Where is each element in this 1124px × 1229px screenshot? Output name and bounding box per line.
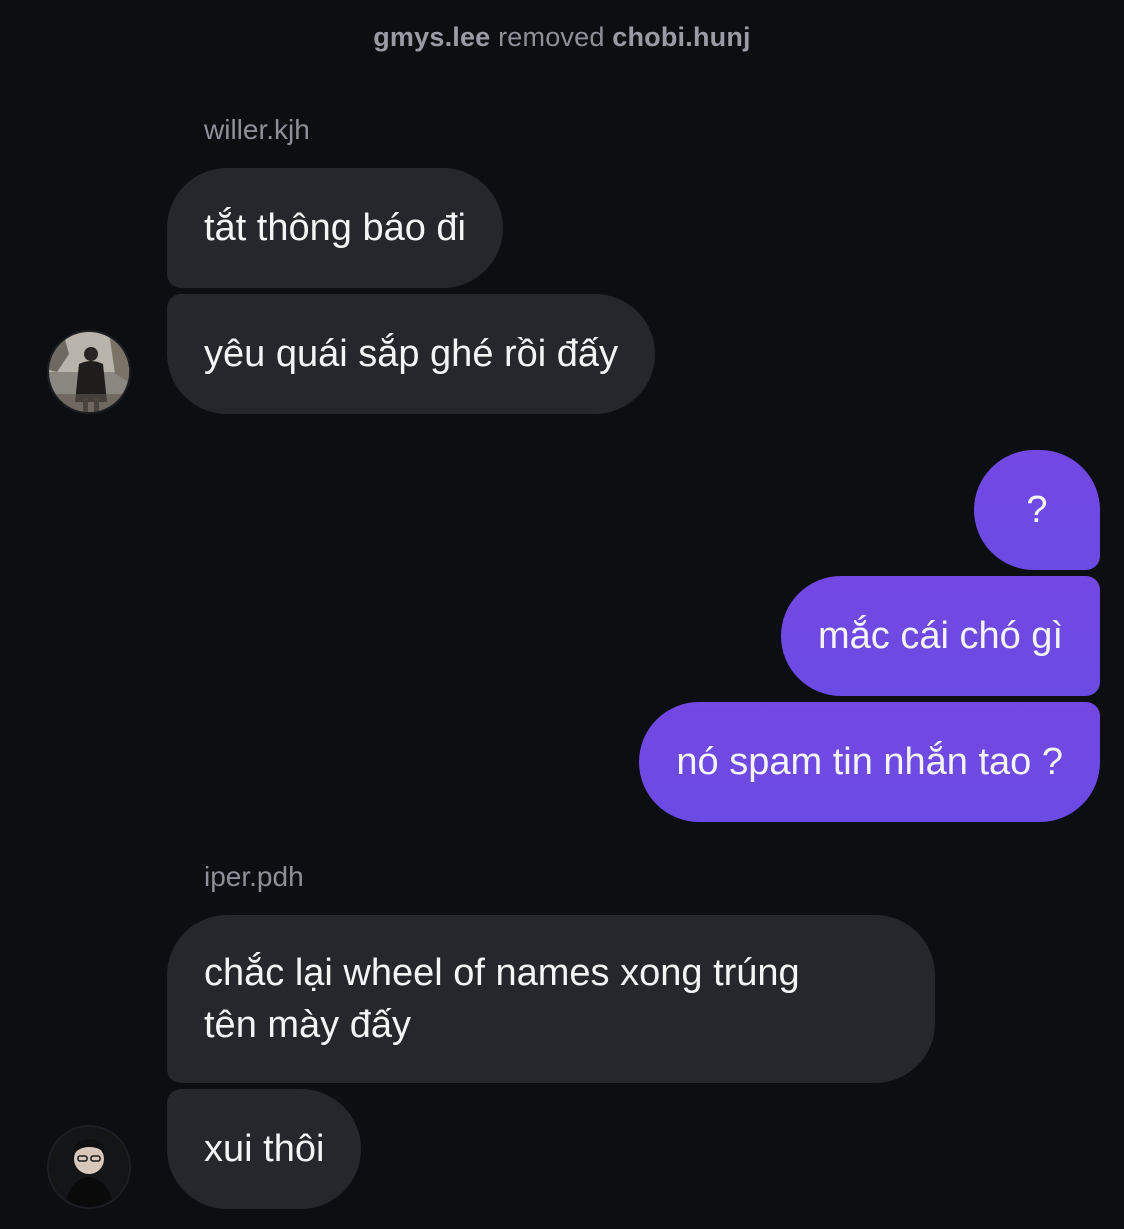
user-photo-avatar-icon — [49, 332, 129, 412]
user-photo-avatar-icon — [49, 1127, 129, 1207]
message-bubble-outgoing[interactable]: nó spam tin nhắn tao ? — [639, 702, 1100, 822]
message-bubble-incoming[interactable]: tắt thông báo đi — [167, 168, 503, 288]
message-text: mắc cái chó gì — [818, 615, 1063, 657]
message-text: yêu quái sắp ghé rồi đấy — [204, 333, 619, 375]
avatar-willer[interactable] — [47, 330, 131, 414]
sender-name-iper[interactable]: iper.pdh — [204, 861, 304, 893]
message-text: tắt thông báo đi — [204, 207, 466, 249]
system-actor[interactable]: gmys.lee — [373, 22, 490, 52]
avatar-iper[interactable] — [47, 1125, 131, 1209]
message-text: nó spam tin nhắn tao ? — [676, 741, 1063, 783]
sender-name-willer[interactable]: willer.kjh — [204, 114, 310, 146]
message-text-line: tên mày đấy — [204, 1004, 411, 1046]
message-bubble-outgoing[interactable]: ? — [974, 450, 1100, 570]
message-bubble-incoming[interactable]: chắc lại wheel of names xong trúng tên m… — [167, 915, 935, 1083]
system-action: removed — [498, 22, 605, 52]
system-target[interactable]: chobi.hunj — [612, 22, 750, 52]
message-text-line: chắc lại wheel of names xong trúng — [204, 952, 800, 994]
message-bubble-incoming[interactable]: xui thôi — [167, 1089, 362, 1209]
message-bubble-incoming[interactable]: yêu quái sắp ghé rồi đấy — [167, 294, 656, 414]
system-notice: gmys.lee removed chobi.hunj — [0, 22, 1124, 53]
message-text: ? — [1026, 489, 1048, 531]
message-text: xui thôi — [204, 1128, 325, 1170]
message-bubble-outgoing[interactable]: mắc cái chó gì — [781, 576, 1100, 696]
